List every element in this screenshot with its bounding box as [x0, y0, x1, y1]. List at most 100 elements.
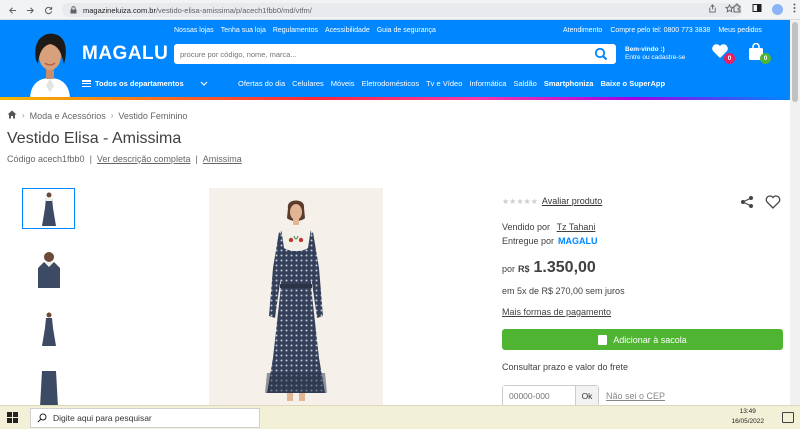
nav-daily-deals[interactable]: Ofertas do dia — [238, 79, 285, 88]
top-link-orders[interactable]: Meus pedidos — [718, 27, 762, 34]
share-icon[interactable] — [740, 195, 754, 209]
description-link[interactable]: Ver descrição completa — [97, 154, 191, 164]
lu-mascot-avatar — [22, 28, 78, 100]
top-link-security-guide[interactable]: Guia de segurança — [377, 27, 436, 34]
nav-furniture[interactable]: Móveis — [331, 79, 355, 88]
cep-input[interactable] — [503, 386, 575, 406]
kebab-menu-icon[interactable] — [793, 3, 796, 15]
rating-stars-icon: ★★★★★ — [502, 196, 538, 206]
page-title: Vestido Elisa - Amissima — [7, 130, 182, 147]
all-departments-menu[interactable]: Todos os departamentos — [82, 79, 238, 88]
notification-center-icon[interactable] — [782, 412, 794, 423]
nav-tv-video[interactable]: Tv e Vídeo — [426, 79, 462, 88]
nav-appliances[interactable]: Eletrodomésticos — [362, 79, 420, 88]
top-link-stores[interactable]: Nossas lojas — [174, 27, 214, 34]
search-bar — [174, 44, 616, 64]
breadcrumb-item[interactable]: Vestido Feminino — [118, 111, 187, 121]
shopping-bag-icon — [598, 334, 608, 345]
product-meta: Código acech1fbb0 | Ver descrição comple… — [7, 154, 242, 164]
top-link-rules[interactable]: Regulamentos — [273, 27, 318, 34]
price-currency: R$ — [518, 264, 530, 274]
sold-by-row: Vendido por Tz Tahani — [502, 222, 595, 232]
share-page-icon[interactable] — [708, 4, 717, 15]
cart-count-badge: 0 — [760, 53, 771, 64]
add-to-cart-label: Adicionar à sacola — [613, 334, 687, 345]
back-icon[interactable] — [4, 2, 20, 18]
thumbnail-2[interactable] — [22, 248, 75, 289]
chevron-down-icon — [200, 79, 208, 88]
brand-link[interactable]: Amissima — [203, 154, 242, 164]
no-cep-link[interactable]: Não sei o CEP — [606, 391, 665, 401]
taskbar-search-icon — [37, 413, 47, 422]
profile-avatar[interactable] — [772, 3, 783, 15]
delivered-by-row: Entregue por Magalu — [502, 236, 598, 246]
thumbnail-3[interactable] — [22, 308, 75, 349]
header-rainbow-strip — [0, 97, 790, 100]
nav-phones[interactable]: Celulares — [292, 79, 324, 88]
freight-label: Consultar prazo e valor do frete — [502, 362, 629, 372]
rate-product-link[interactable]: Avaliar produto — [542, 196, 602, 206]
taskbar-search-placeholder: Digite aqui para pesquisar — [53, 412, 152, 423]
search-icon[interactable] — [594, 47, 608, 61]
scrollbar-thumb[interactable] — [792, 22, 798, 102]
forward-icon[interactable] — [22, 2, 38, 18]
favorite-heart-icon[interactable] — [765, 195, 781, 209]
welcome-text: Bem-vindo :) — [625, 46, 665, 53]
nav-superapp[interactable]: Baixe o SuperApp — [600, 79, 665, 88]
breadcrumb-separator: › — [110, 111, 114, 120]
top-links-right: Atendimento Compre pelo tel: 0800 773 38… — [563, 27, 762, 34]
product-main-image[interactable] — [209, 188, 383, 405]
lock-icon — [70, 6, 78, 14]
cep-ok-button[interactable]: Ok — [575, 386, 598, 406]
meta-separator: | — [89, 154, 92, 164]
installments-text: em 5x de R$ 270,00 sem juros — [502, 286, 625, 296]
top-link-own-store[interactable]: Tenha sua loja — [221, 27, 266, 34]
thumbnail-1[interactable] — [22, 188, 75, 229]
nav-clearance[interactable]: Saldão — [513, 79, 536, 88]
department-nav: Todos os departamentos Ofertas do dia Ce… — [82, 79, 665, 88]
magalu-small-logo: Magalu — [558, 236, 598, 246]
departments-label: Todos os departamentos — [95, 79, 184, 88]
image-thumbnails — [22, 188, 75, 428]
price-block: por R$ 1.350,00 — [502, 259, 596, 277]
hamburger-icon — [82, 80, 91, 87]
top-link-phone[interactable]: Compre pelo tel: 0800 773 3838 — [610, 27, 710, 34]
signin-text: Entre ou cadastre-se — [625, 54, 686, 61]
url-path: /vestido-elisa-amissima/p/acech1fbb0/md/… — [155, 5, 312, 15]
clock-time: 13:49 — [739, 408, 756, 415]
login-link[interactable]: Bem-vindo :) Entre ou cadastre-se — [625, 46, 685, 62]
delivered-by-label: Entregue por — [502, 236, 555, 246]
nav-smartphoniza[interactable]: Smartphoniza — [544, 79, 594, 88]
meta-separator: | — [195, 154, 198, 164]
add-to-cart-button[interactable]: Adicionar à sacola — [502, 329, 783, 350]
windows-start-icon[interactable] — [0, 406, 24, 430]
thumbnail-4[interactable] — [22, 368, 75, 409]
product-code: Código acech1fbb0 — [7, 154, 85, 164]
browser-toolbar: magazineluiza.com.br/vestido-elisa-amiss… — [0, 0, 800, 20]
address-bar[interactable]: magazineluiza.com.br/vestido-elisa-amiss… — [62, 3, 742, 17]
nav-computers[interactable]: Informática — [469, 79, 506, 88]
price-value: 1.350,00 — [533, 259, 596, 276]
more-payment-link[interactable]: Mais formas de pagamento — [502, 307, 611, 317]
sold-by-label: Vendido por — [502, 222, 551, 232]
breadcrumb-item[interactable]: Moda e Acessórios — [30, 111, 106, 121]
windows-taskbar: Digite aqui para pesquisar 13:49 16/05/2… — [0, 405, 800, 429]
top-link-accessibility[interactable]: Acessibilidade — [325, 27, 370, 34]
rating-row: ★★★★★ Avaliar produto — [502, 196, 602, 206]
extensions-icon[interactable] — [732, 3, 742, 15]
breadcrumb: › Moda e Acessórios › Vestido Feminino — [7, 110, 187, 121]
search-input[interactable] — [174, 49, 584, 59]
top-links: Nossas lojas Tenha sua loja Regulamentos… — [174, 27, 436, 34]
top-link-support[interactable]: Atendimento — [563, 27, 602, 34]
reload-icon[interactable] — [40, 2, 56, 18]
magalu-logo[interactable]: Magalu — [82, 43, 168, 65]
seller-link[interactable]: Tz Tahani — [557, 222, 596, 232]
url-host: magazineluiza.com.br — [83, 5, 156, 15]
system-clock[interactable]: 13:49 16/05/2022 — [731, 407, 764, 427]
wishlist-count-badge: 0 — [724, 53, 735, 64]
home-icon[interactable] — [7, 110, 17, 121]
page-scrollbar[interactable] — [790, 20, 800, 405]
side-panel-icon[interactable] — [752, 3, 762, 15]
breadcrumb-separator: › — [22, 111, 25, 120]
taskbar-search[interactable]: Digite aqui para pesquisar — [30, 407, 260, 428]
